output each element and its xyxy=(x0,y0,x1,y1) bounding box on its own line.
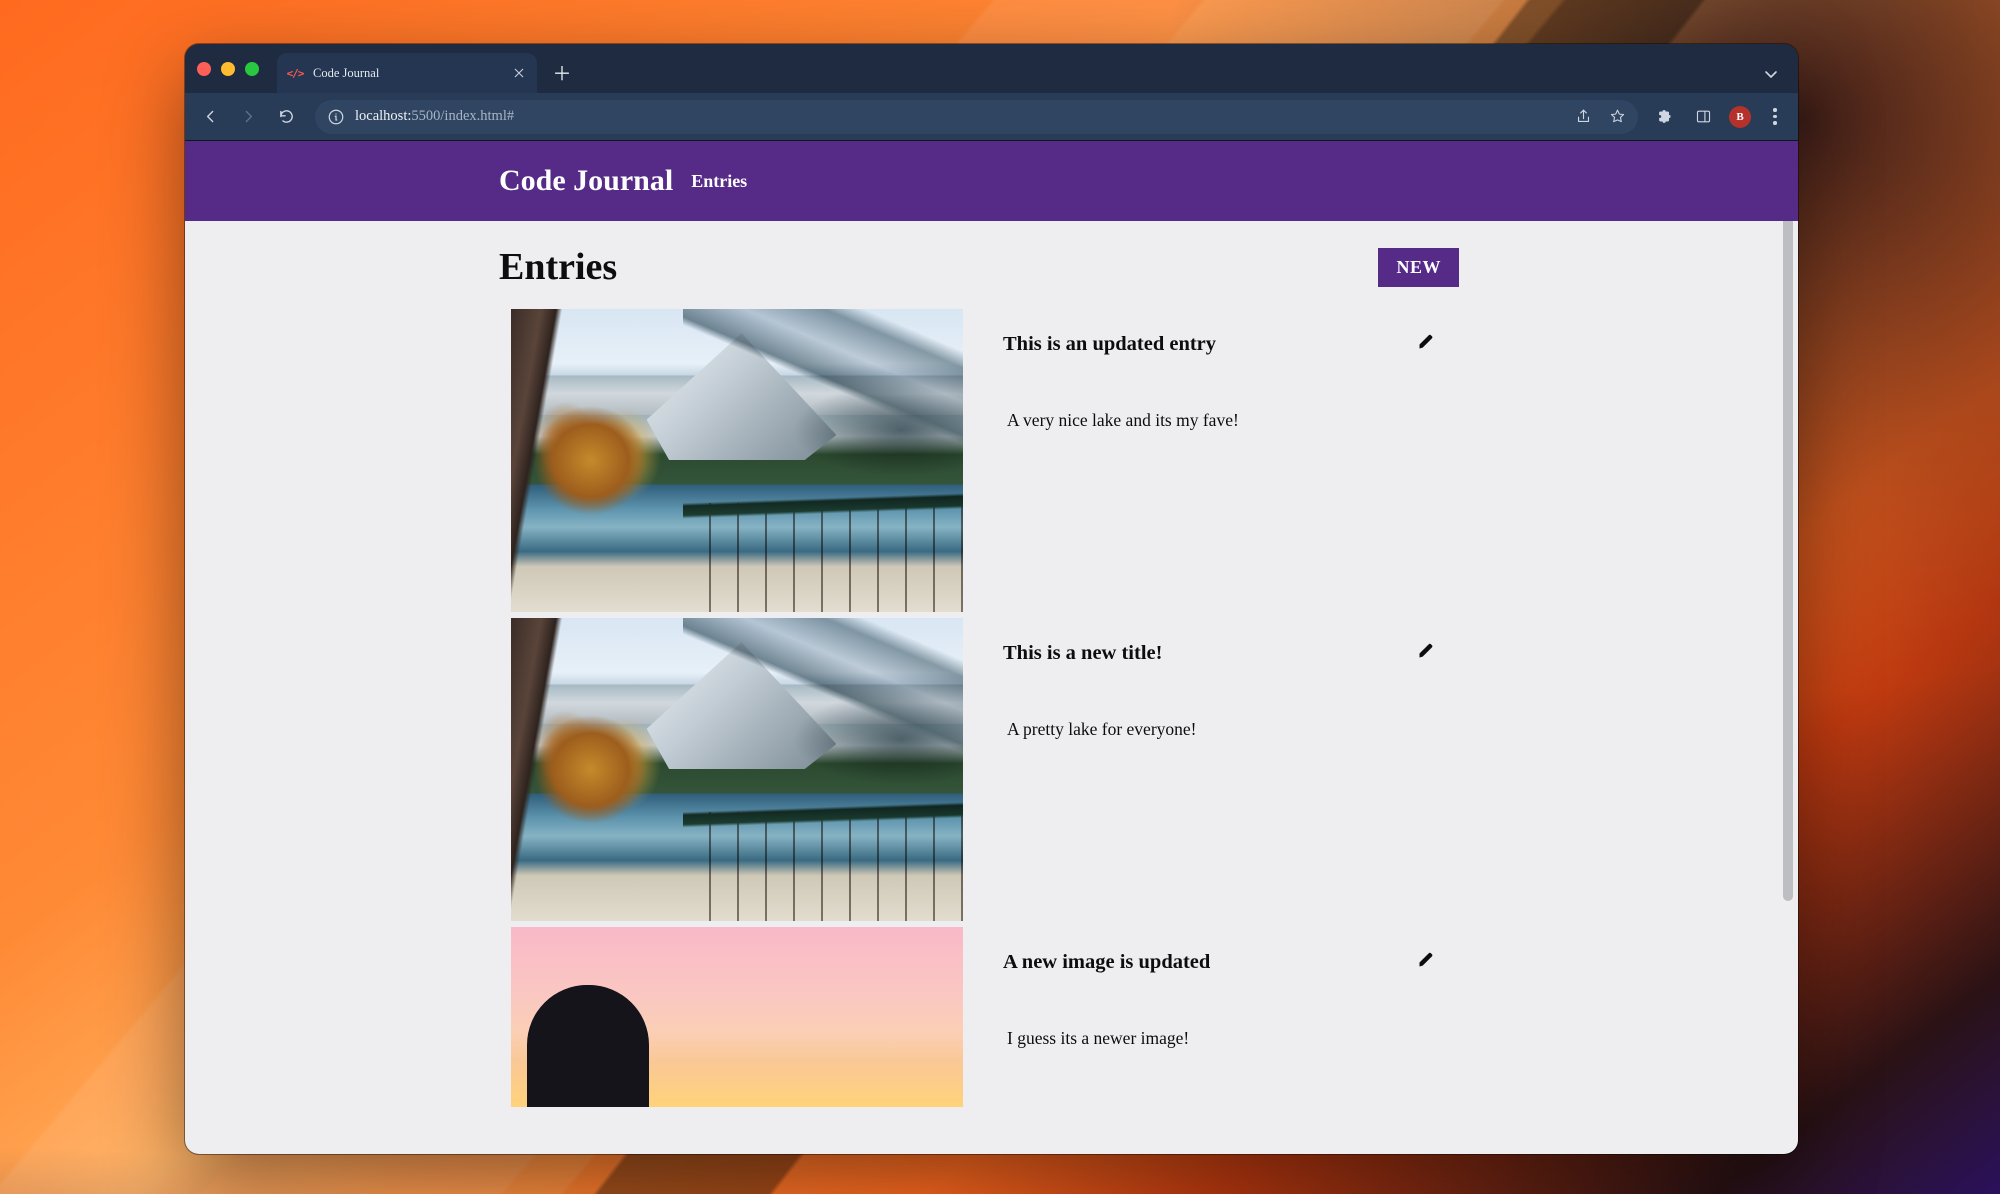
entry-description: I guess its a newer image! xyxy=(1007,1028,1459,1049)
entry-description: A very nice lake and its my fave! xyxy=(1007,410,1459,431)
page-viewport: Code Journal Entries Entries NEW This is… xyxy=(185,141,1798,1154)
url-path: 5500/index.html# xyxy=(411,108,514,125)
window-minimize-button[interactable] xyxy=(221,62,235,76)
browser-window: </> Code Journal ＋ localhost:5500/index.… xyxy=(185,44,1798,1154)
profile-avatar[interactable]: B xyxy=(1729,106,1751,128)
entry-title: A new image is updated xyxy=(1003,951,1459,974)
entries-heading: Entries xyxy=(499,245,617,289)
entry-image xyxy=(511,618,963,921)
site-info-icon[interactable] xyxy=(327,108,345,126)
app-brand: Code Journal xyxy=(499,164,673,198)
back-button[interactable] xyxy=(193,100,227,134)
avatar-initial: B xyxy=(1736,111,1743,123)
chrome-menu-button[interactable] xyxy=(1760,102,1790,132)
lake-image-icon xyxy=(511,309,963,612)
entries-container: Entries NEW This is an updated entry A v… xyxy=(499,221,1459,1107)
edit-entry-button[interactable] xyxy=(1417,949,1437,969)
window-controls xyxy=(197,44,277,93)
window-close-button[interactable] xyxy=(197,62,211,76)
tab-search-button[interactable] xyxy=(1756,59,1786,89)
extensions-button[interactable] xyxy=(1648,100,1682,134)
entries-header-row: Entries NEW xyxy=(499,233,1459,301)
entry-body: This is a new title! A pretty lake for e… xyxy=(963,618,1459,740)
entry-body: A new image is updated I guess its a new… xyxy=(963,927,1459,1049)
entry-description: A pretty lake for everyone! xyxy=(1007,719,1459,740)
entry-body: This is an updated entry A very nice lak… xyxy=(963,309,1459,431)
window-fullscreen-button[interactable] xyxy=(245,62,259,76)
sunset-image-icon xyxy=(511,927,963,1107)
tab-favicon-icon: </> xyxy=(287,65,303,81)
browser-tab[interactable]: </> Code Journal xyxy=(277,53,537,93)
app-header: Code Journal Entries xyxy=(185,141,1798,221)
new-entry-button[interactable]: NEW xyxy=(1378,248,1459,287)
address-bar[interactable]: localhost:5500/index.html# xyxy=(315,100,1638,134)
nav-entries-link[interactable]: Entries xyxy=(691,171,747,192)
entry-row: This is an updated entry A very nice lak… xyxy=(499,309,1459,612)
lake-image-icon xyxy=(511,618,963,921)
reload-button[interactable] xyxy=(269,100,303,134)
entry-row: This is a new title! A pretty lake for e… xyxy=(499,618,1459,921)
entry-row: A new image is updated I guess its a new… xyxy=(499,927,1459,1107)
entry-image xyxy=(511,927,963,1107)
forward-button[interactable] xyxy=(231,100,265,134)
url-host: localhost: xyxy=(355,108,411,125)
entry-image xyxy=(511,309,963,612)
bookmark-button[interactable] xyxy=(1602,102,1632,132)
tab-close-button[interactable] xyxy=(511,65,527,81)
edit-entry-button[interactable] xyxy=(1417,331,1437,351)
entry-title: This is an updated entry xyxy=(1003,333,1459,356)
side-panel-button[interactable] xyxy=(1686,100,1720,134)
new-tab-button[interactable]: ＋ xyxy=(547,59,577,89)
edit-entry-button[interactable] xyxy=(1417,640,1437,660)
tab-title: Code Journal xyxy=(313,66,379,81)
share-button[interactable] xyxy=(1568,102,1598,132)
tab-strip: </> Code Journal ＋ xyxy=(185,44,1798,93)
page-content: Code Journal Entries Entries NEW This is… xyxy=(185,141,1798,1154)
browser-toolbar: localhost:5500/index.html# B xyxy=(185,93,1798,141)
entry-title: This is a new title! xyxy=(1003,642,1459,665)
